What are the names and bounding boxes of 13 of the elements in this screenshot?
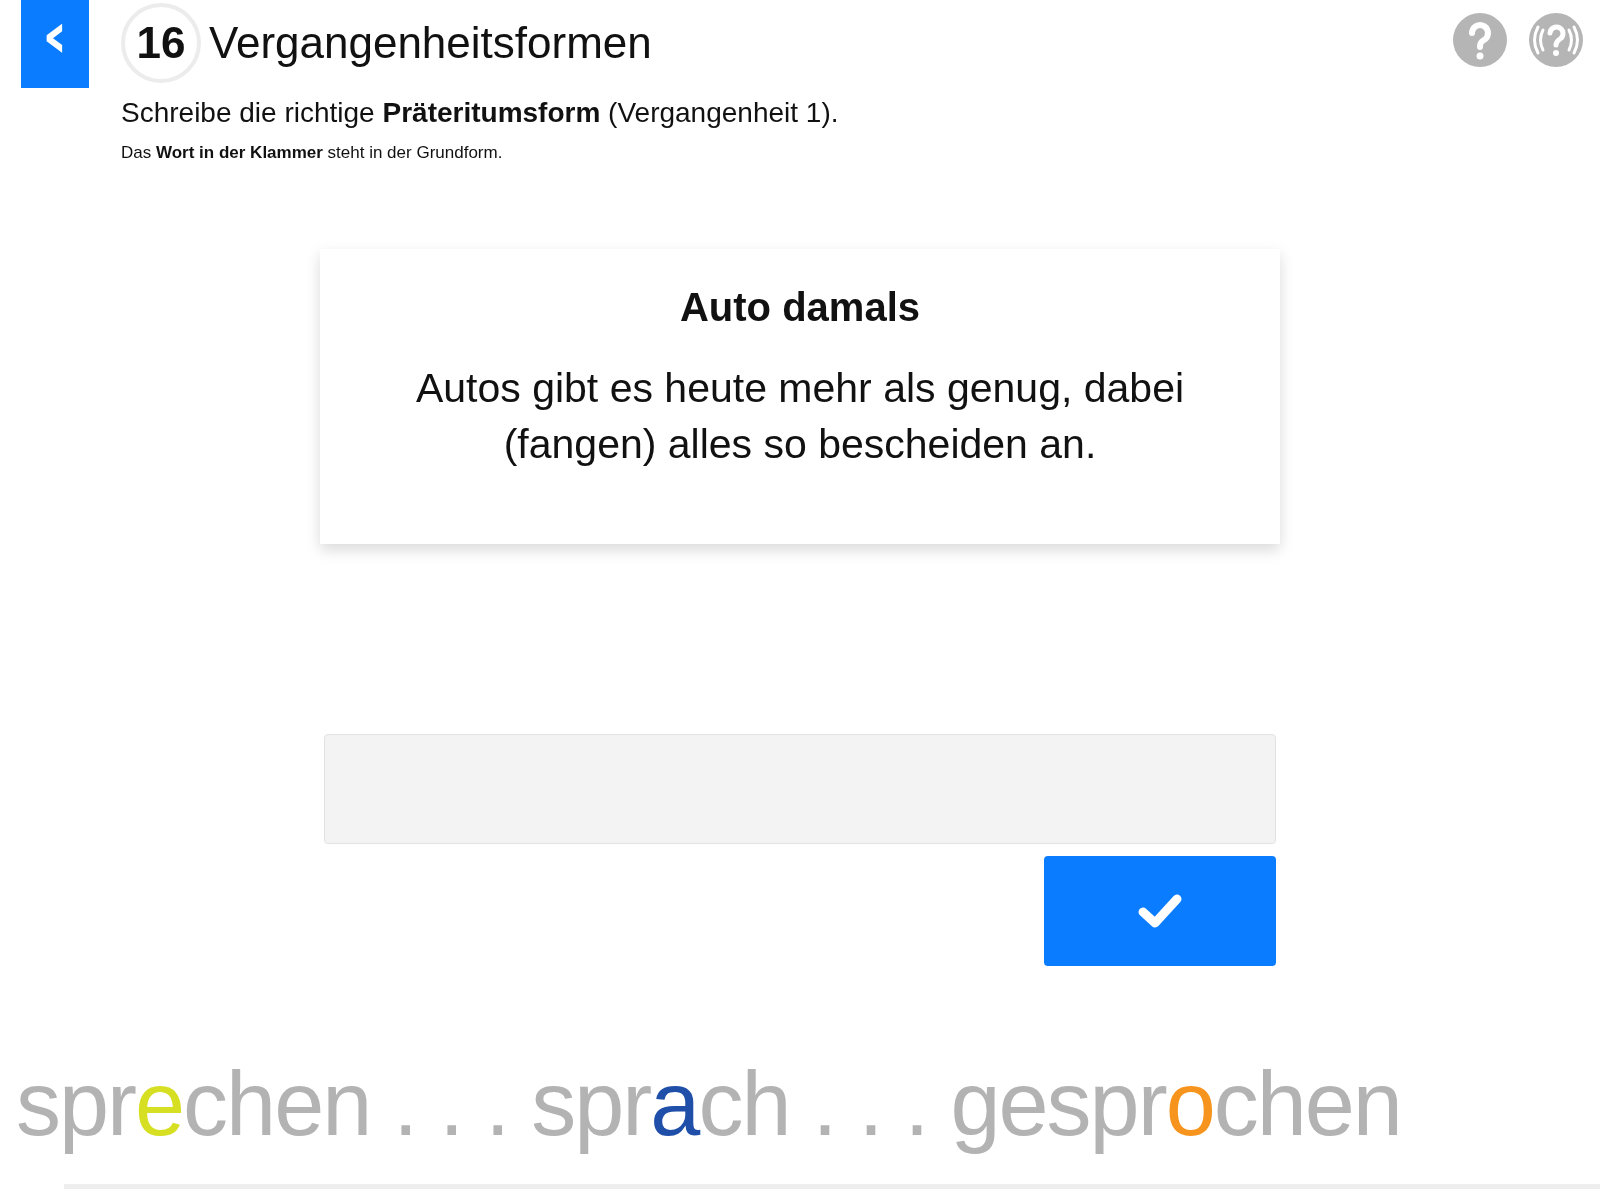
answer-field[interactable] (324, 734, 1276, 844)
check-icon (1138, 893, 1182, 929)
card-title: Auto damals (679, 285, 920, 330)
audio-help-button[interactable] (1528, 12, 1584, 68)
instruction-text: Schreibe die richtige Präteritumsform (Vergangenheit 1). (121, 97, 840, 129)
exercise-sentence: Autos gibt es heute mehr als genug, dabei (fangen) alles so bescheiden an. (414, 364, 1186, 469)
hint-text: Das Wort in der Klammer steht in der Grundform. (121, 143, 504, 163)
exercise-title: Vergangenheitsformen (209, 18, 652, 68)
help-button[interactable] (1452, 12, 1508, 68)
back-button[interactable]: ‹ (21, 0, 89, 88)
check-button[interactable] (1044, 856, 1276, 966)
exercise-number: 16 (121, 3, 201, 83)
verb-forms-text: sprechen . . . sprach . . . gesprochen (16, 1053, 1402, 1156)
